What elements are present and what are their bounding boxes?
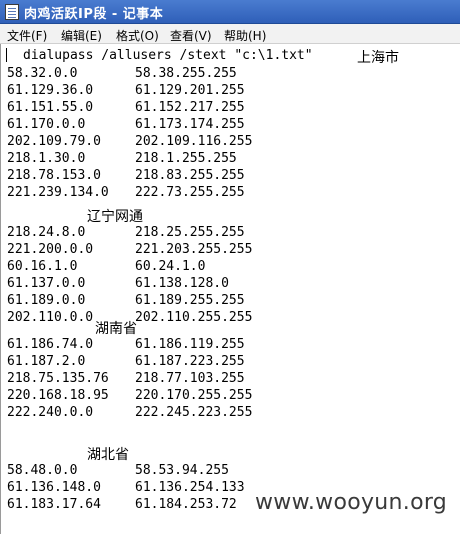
notepad-icon xyxy=(5,4,19,20)
text-editor-area[interactable]: dialupass /allusers /stext "c:\1.txt" 上海… xyxy=(0,44,460,534)
ip-range-row: 61.137.0.0 61.138.128.0 xyxy=(7,276,229,291)
ip-range-row: 61.151.55.0 61.152.217.255 xyxy=(7,100,245,115)
ip-range-row: 218.24.8.0 218.25.255.255 xyxy=(7,225,245,240)
ip-range-row: 218.75.135.76 218.77.103.255 xyxy=(7,371,245,386)
menu-help[interactable]: 帮助(H) xyxy=(224,27,266,44)
heading-shanghai: 上海市 xyxy=(357,50,399,66)
heading-hubei: 湖北省 xyxy=(87,447,129,463)
watermark: www.wooyun.org xyxy=(255,490,448,515)
heading-liaoning: 辽宁网通 xyxy=(87,209,143,225)
ip-range-row: 61.170.0.0 61.173.174.255 xyxy=(7,117,245,132)
menu-edit[interactable]: 编辑(E) xyxy=(61,27,102,44)
ip-range-row: 218.1.30.0 218.1.255.255 xyxy=(7,151,237,166)
ip-range-row: 61.186.74.0 61.186.119.255 xyxy=(7,337,245,352)
ip-range-row: 221.239.134.0 222.73.255.255 xyxy=(7,185,245,200)
ip-range-row: 61.183.17.64 61.184.253.72 xyxy=(7,497,237,512)
heading-hunan: 湖南省 xyxy=(95,321,137,337)
ip-range-row: 60.16.1.0 60.24.1.0 xyxy=(7,259,206,274)
ip-range-row: 61.129.36.0 61.129.201.255 xyxy=(7,83,245,98)
title-bar[interactable]: 肉鸡活跃IP段 - 记事本 xyxy=(0,0,460,24)
command-line: dialupass /allusers /stext "c:\1.txt" xyxy=(23,48,313,63)
ip-range-row: 202.109.79.0 202.109.116.255 xyxy=(7,134,253,149)
ip-range-row: 61.187.2.0 61.187.223.255 xyxy=(7,354,245,369)
window-title: 肉鸡活跃IP段 - 记事本 xyxy=(24,7,164,22)
ip-range-row: 58.32.0.0 58.38.255.255 xyxy=(7,66,237,81)
ip-range-row: 222.240.0.0 222.245.223.255 xyxy=(7,405,253,420)
ip-range-row: 61.136.148.0 61.136.254.133 xyxy=(7,480,245,495)
menu-bar: 文件(F) 编辑(E) 格式(O) 查看(V) 帮助(H) xyxy=(0,24,460,44)
ip-range-row: 61.189.0.0 61.189.255.255 xyxy=(7,293,245,308)
ip-range-row: 58.48.0.0 58.53.94.255 xyxy=(7,463,229,478)
ip-range-row: 218.78.153.0 218.83.255.255 xyxy=(7,168,245,183)
ip-range-row: 220.168.18.95 220.170.255.255 xyxy=(7,388,253,403)
ip-range-row: 202.110.0.0 202.110.255.255 xyxy=(7,310,253,325)
ip-range-row: 221.200.0.0 221.203.255.255 xyxy=(7,242,253,257)
menu-view[interactable]: 查看(V) xyxy=(170,27,212,44)
text-cursor xyxy=(6,48,7,62)
menu-file[interactable]: 文件(F) xyxy=(7,27,47,44)
menu-format[interactable]: 格式(O) xyxy=(116,27,159,44)
